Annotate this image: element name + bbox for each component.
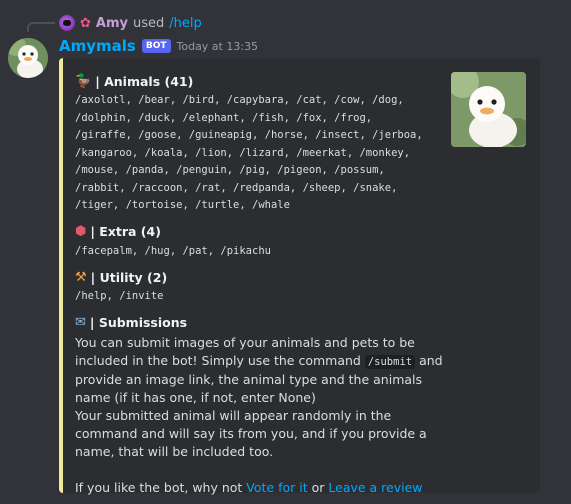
hibiscus-icon: ✿: [80, 15, 91, 31]
review-link[interactable]: Leave a review: [328, 480, 422, 495]
message-timestamp[interactable]: Today at 13:35: [177, 40, 259, 53]
bot-tag: BOT: [141, 39, 171, 53]
field-utility-title: ⚒ | Utility (2): [75, 268, 524, 286]
footer-text: If you like the bot, why not: [75, 479, 243, 495]
field-utility: ⚒ | Utility (2) /help, /invite: [75, 268, 524, 306]
duck-icon: 🦆: [75, 73, 92, 89]
utility-commands: /help, /invite: [75, 290, 164, 302]
field-submissions: ✉ | Submissions You can submit images of…: [75, 314, 524, 497]
help-embed: 🦆 | Animals (41) /axolotl, /bear, /bird,…: [59, 58, 540, 495]
animals-title-text: | Animals (41): [95, 73, 194, 89]
submit-command: /submit: [364, 354, 416, 369]
submissions-title-text: | Submissions: [89, 315, 188, 330]
submissions-body: You can submit images of your animals an…: [75, 334, 445, 497]
hammer-and-pick-icon: ⚒: [75, 269, 87, 285]
reply-command[interactable]: /help: [169, 16, 201, 31]
embed-thumbnail[interactable]: [451, 72, 526, 147]
reply-avatar[interactable]: [59, 15, 75, 31]
field-submissions-title: ✉ | Submissions: [75, 314, 524, 332]
submissions-text-3: Your submitted animal will appear random…: [75, 407, 427, 459]
submissions-text-1: You can submit images of your animals an…: [75, 334, 415, 368]
reply-username[interactable]: Amy: [96, 16, 128, 31]
reply-connector: [27, 22, 55, 32]
field-extra: ⬢ | Extra (4) /facepalm, /hug, /pat, /pi…: [75, 223, 524, 261]
message-header: Amymals BOT Today at 13:35: [59, 36, 258, 56]
bot-avatar[interactable]: [8, 38, 48, 78]
reply-used-text: used: [133, 15, 165, 31]
reply-header: ✿ Amy used /help: [59, 14, 202, 32]
field-extra-title: ⬢ | Extra (4): [75, 223, 524, 241]
die-icon: ⬢: [75, 224, 87, 239]
vote-link[interactable]: Vote for it: [246, 480, 307, 495]
utility-title-text: | Utility (2): [90, 269, 168, 285]
extra-title-text: | Extra (4): [90, 224, 161, 239]
bot-username[interactable]: Amymals: [59, 37, 136, 55]
or-text: or: [311, 479, 325, 495]
extra-commands: /facepalm, /hug, /pat, /pikachu: [75, 244, 271, 257]
animals-commands: /axolotl, /bear, /bird, /capybara, /cat,…: [75, 94, 423, 211]
mailbox-icon: ✉: [75, 315, 86, 330]
